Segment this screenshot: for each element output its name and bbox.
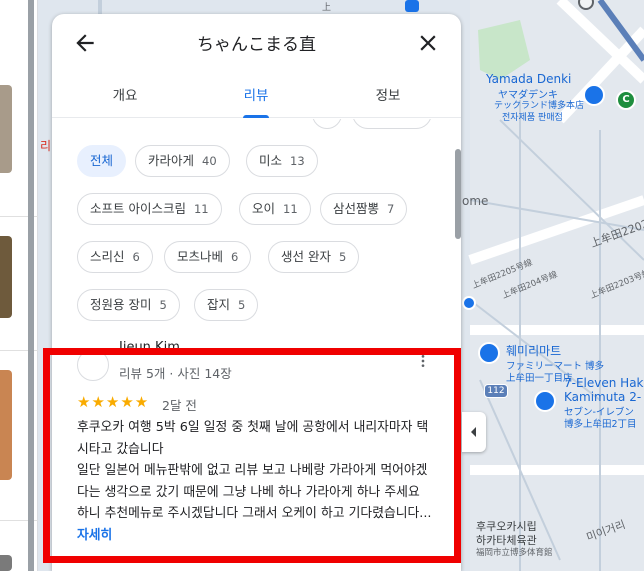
shopping-pin-icon[interactable]: [583, 84, 605, 106]
thumbnail-image[interactable]: [0, 85, 12, 173]
map-label-seven-jp2: 博多上牟田2丁目: [564, 419, 637, 430]
chip-cucumber[interactable]: 오이 11: [239, 193, 311, 225]
tab-overview[interactable]: 개요: [57, 78, 193, 118]
map-label-home: ome: [462, 194, 489, 208]
chip-samseon-jjamppong[interactable]: 삼선짬뽕 7: [320, 193, 408, 225]
scrollbar[interactable]: [455, 149, 461, 239]
map-label-gym-jp: 福岡市立博多体育館: [476, 548, 553, 558]
back-button[interactable]: [72, 30, 98, 56]
thumbnail-image[interactable]: [0, 370, 12, 480]
map-label-seven-en2: Kamimuta 2-: [564, 390, 642, 404]
collapse-panel-button[interactable]: [462, 412, 486, 452]
left-strip-tag: 리: [40, 139, 52, 153]
highlight-box: [43, 348, 461, 563]
keyword-chip-partial[interactable]: [312, 119, 342, 129]
familymart-pin-icon[interactable]: [478, 342, 500, 364]
c-badge-icon[interactable]: C: [616, 90, 636, 110]
map-label-familymart-kr[interactable]: 훼미리마트: [506, 342, 561, 359]
map-label-seven-en[interactable]: 7-Eleven Hak: [564, 376, 644, 390]
tab-reviews[interactable]: 리뷰: [188, 78, 324, 118]
place-title: ちゃんこまる直: [197, 35, 316, 55]
thumbnail-image[interactable]: [0, 555, 12, 571]
chip-motsunabe[interactable]: 모츠나베 6: [164, 241, 252, 273]
chip-fish-ball[interactable]: 생선 완자 5: [268, 241, 360, 273]
seven-eleven-pin-icon[interactable]: [534, 390, 556, 412]
close-button[interactable]: [415, 30, 441, 56]
close-icon: [420, 35, 436, 51]
scroll-divider[interactable]: [28, 0, 34, 571]
chip-all[interactable]: 전체: [77, 145, 127, 177]
tab-bar: 개요 리뷰 정보: [52, 78, 461, 118]
keyword-chip-partial[interactable]: [352, 119, 432, 129]
active-tab-indicator: [243, 115, 269, 118]
chip-miso[interactable]: 미소 13: [246, 145, 318, 177]
chip-surishin[interactable]: 스리신 6: [77, 241, 153, 273]
tab-info[interactable]: 정보: [320, 78, 456, 118]
chip-garden-rose[interactable]: 정원용 장미 5: [77, 289, 180, 321]
poi-pin-icon[interactable]: [462, 296, 476, 310]
route-marker-icon: 112: [484, 384, 508, 398]
map-label-yamada-en[interactable]: Yamada Denki: [486, 72, 571, 86]
chip-karaage[interactable]: 카라아게 40: [135, 145, 230, 177]
map-label-familymart-jp2: 上牟田一丁目店: [506, 373, 573, 384]
map-label-top: 上: [322, 3, 332, 13]
chevron-left-icon: [471, 427, 476, 437]
arrow-back-icon: [76, 34, 94, 52]
chip-soft-ice-cream[interactable]: 소프트 아이스크림 11: [77, 193, 222, 225]
thumbnail-image[interactable]: [0, 236, 12, 318]
chip-magazine[interactable]: 잡지 5: [194, 289, 259, 321]
map-label-yamada-sub2: 전자제품 판매점: [502, 113, 563, 123]
panel-header: ちゃんこまる直: [52, 14, 461, 70]
